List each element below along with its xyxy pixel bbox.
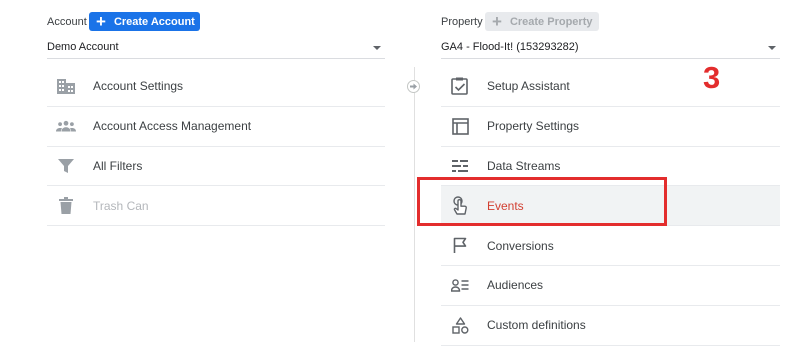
step-number-annotation: 3 <box>703 60 721 95</box>
menu-item-label: Custom definitions <box>487 318 586 333</box>
menu-item-setup-assistant[interactable]: Setup Assistant <box>441 67 780 107</box>
events-highlight-box <box>417 177 667 226</box>
account-selected-value: Demo Account <box>47 41 119 53</box>
people-icon <box>56 116 76 136</box>
dropdown-caret-icon <box>768 46 776 50</box>
link-arrow-icon[interactable] <box>407 80 420 93</box>
building-icon <box>56 76 76 96</box>
menu-item-label: Conversions <box>487 238 554 253</box>
flag-icon <box>450 236 470 256</box>
column-divider <box>414 67 415 342</box>
filter-icon <box>56 156 76 176</box>
create-property-button[interactable]: + Create Property <box>485 12 599 31</box>
create-account-label: Create Account <box>113 15 195 28</box>
plus-icon: + <box>96 12 106 31</box>
menu-item-trash-can: Trash Can <box>47 186 385 227</box>
property-selector[interactable]: GA4 - Flood-It! (153293282) <box>441 38 780 59</box>
menu-item-label: Setup Assistant <box>487 79 570 94</box>
checkbox-icon <box>450 76 470 96</box>
menu-item-label: Trash Can <box>93 198 149 213</box>
menu-item-label: Account Access Management <box>93 119 252 134</box>
layout-icon <box>450 116 470 136</box>
menu-item-account-settings[interactable]: Account Settings <box>47 67 385 107</box>
account-menu: Account Settings Account Access Manageme… <box>47 67 385 227</box>
menu-item-audiences[interactable]: Audiences <box>441 266 780 306</box>
property-label: Property <box>441 16 483 28</box>
menu-item-conversions[interactable]: Conversions <box>441 226 780 266</box>
account-selector[interactable]: Demo Account <box>47 38 385 59</box>
property-column: Property + Create Property GA4 - Flood-I… <box>441 0 780 346</box>
audience-icon <box>450 275 470 295</box>
streams-icon <box>450 156 470 176</box>
account-column: Account + Create Account Demo Account Ac… <box>47 0 385 227</box>
create-property-label: Create Property <box>509 15 593 28</box>
property-selected-value: GA4 - Flood-It! (153293282) <box>441 41 579 53</box>
menu-item-property-settings[interactable]: Property Settings <box>441 107 780 147</box>
plus-icon: + <box>492 12 502 31</box>
menu-item-label: Data Streams <box>487 158 561 173</box>
create-account-button[interactable]: + Create Account <box>89 12 200 31</box>
dropdown-caret-icon <box>373 46 381 50</box>
menu-item-label: Account Settings <box>93 79 184 94</box>
shapes-icon <box>450 315 470 335</box>
menu-item-custom-definitions[interactable]: Custom definitions <box>441 306 780 346</box>
account-label: Account <box>47 16 87 28</box>
menu-item-label: Audiences <box>487 278 544 293</box>
menu-item-label: Property Settings <box>487 119 580 134</box>
menu-item-all-filters[interactable]: All Filters <box>47 147 385 187</box>
menu-item-label: All Filters <box>93 158 143 173</box>
trash-icon <box>56 196 76 216</box>
menu-item-account-access[interactable]: Account Access Management <box>47 107 385 147</box>
